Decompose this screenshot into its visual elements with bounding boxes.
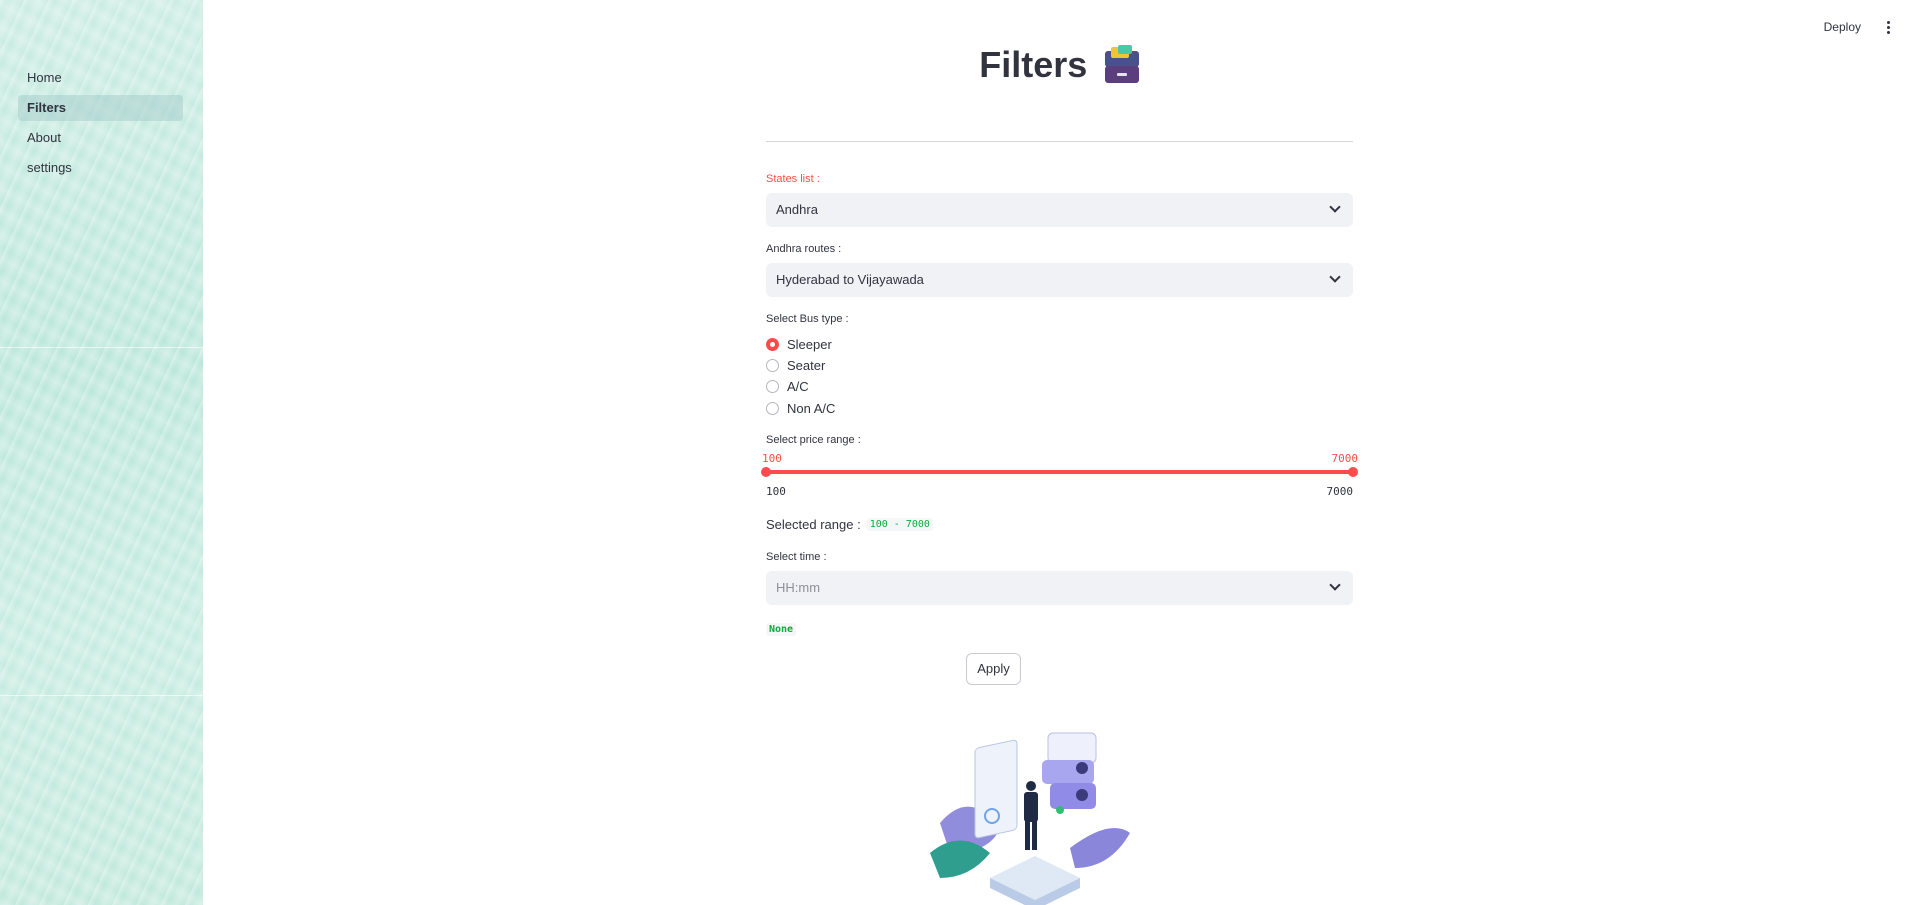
chevron-down-icon: [1329, 271, 1341, 283]
radio-unchecked-icon: [766, 358, 779, 372]
radio-label: Non A/C: [787, 400, 836, 416]
kebab-menu-icon[interactable]: [1885, 21, 1891, 35]
slider-high-value: 7000: [1331, 452, 1359, 465]
time-select[interactable]: HH:mm: [766, 571, 1353, 605]
time-select-placeholder: HH:mm: [776, 580, 821, 595]
apply-button[interactable]: Apply: [966, 653, 1021, 685]
slider-low-value: 100: [762, 452, 782, 465]
sidebar-item-settings[interactable]: settings: [18, 155, 183, 181]
time-label: Select time :: [766, 551, 827, 563]
radio-sleeper[interactable]: Sleeper: [766, 335, 832, 353]
chevron-down-icon: [1329, 201, 1341, 213]
selected-range-label: Selected range :: [766, 517, 861, 532]
slider-max-label: 7000: [1326, 485, 1354, 498]
radio-unchecked-icon: [766, 379, 779, 393]
states-label: States list :: [766, 173, 820, 185]
bus-type-label: Select Bus type :: [766, 313, 849, 325]
sidebar-nav: Home Filters About settings: [18, 65, 183, 185]
radio-unchecked-icon: [766, 401, 779, 415]
radio-checked-icon: [766, 337, 779, 351]
price-slider-high-handle[interactable]: [1348, 467, 1358, 477]
price-slider-track[interactable]: [766, 470, 1353, 474]
radio-non-ac[interactable]: Non A/C: [766, 399, 835, 417]
radio-ac[interactable]: A/C: [766, 377, 809, 395]
price-slider-low-handle[interactable]: [761, 467, 771, 477]
routes-select[interactable]: Hyderabad to Vijayawada: [766, 263, 1353, 297]
states-select-value: Andhra: [776, 202, 818, 217]
divider: [766, 141, 1353, 142]
sidebar-item-about[interactable]: About: [18, 125, 183, 151]
selected-range: Selected range : 100 - 7000: [766, 517, 933, 532]
price-label: Select price range :: [766, 434, 861, 446]
time-output: None: [766, 623, 797, 636]
page-title: Filters: [979, 44, 1088, 85]
sidebar-seam: [0, 695, 203, 696]
selected-range-value: 100 - 7000: [866, 518, 933, 531]
card-file-box-icon: [1104, 45, 1140, 83]
radio-label: Seater: [787, 357, 826, 373]
sidebar-item-home[interactable]: Home: [18, 65, 183, 91]
states-select[interactable]: Andhra: [766, 193, 1353, 227]
slider-min-label: 100: [766, 485, 786, 498]
chevron-down-icon: [1329, 579, 1341, 591]
sidebar-item-filters[interactable]: Filters: [18, 95, 183, 121]
title-row: Filters: [766, 44, 1353, 86]
filter-illustration: [930, 732, 1130, 905]
deploy-button[interactable]: Deploy: [1824, 20, 1861, 34]
radio-label: Sleeper: [787, 336, 832, 352]
radio-label: A/C: [787, 378, 809, 394]
sidebar: Home Filters About settings: [0, 0, 203, 905]
routes-label: Andhra routes :: [766, 243, 842, 255]
sidebar-seam: [0, 347, 203, 348]
radio-seater[interactable]: Seater: [766, 356, 825, 374]
routes-select-value: Hyderabad to Vijayawada: [776, 272, 924, 287]
